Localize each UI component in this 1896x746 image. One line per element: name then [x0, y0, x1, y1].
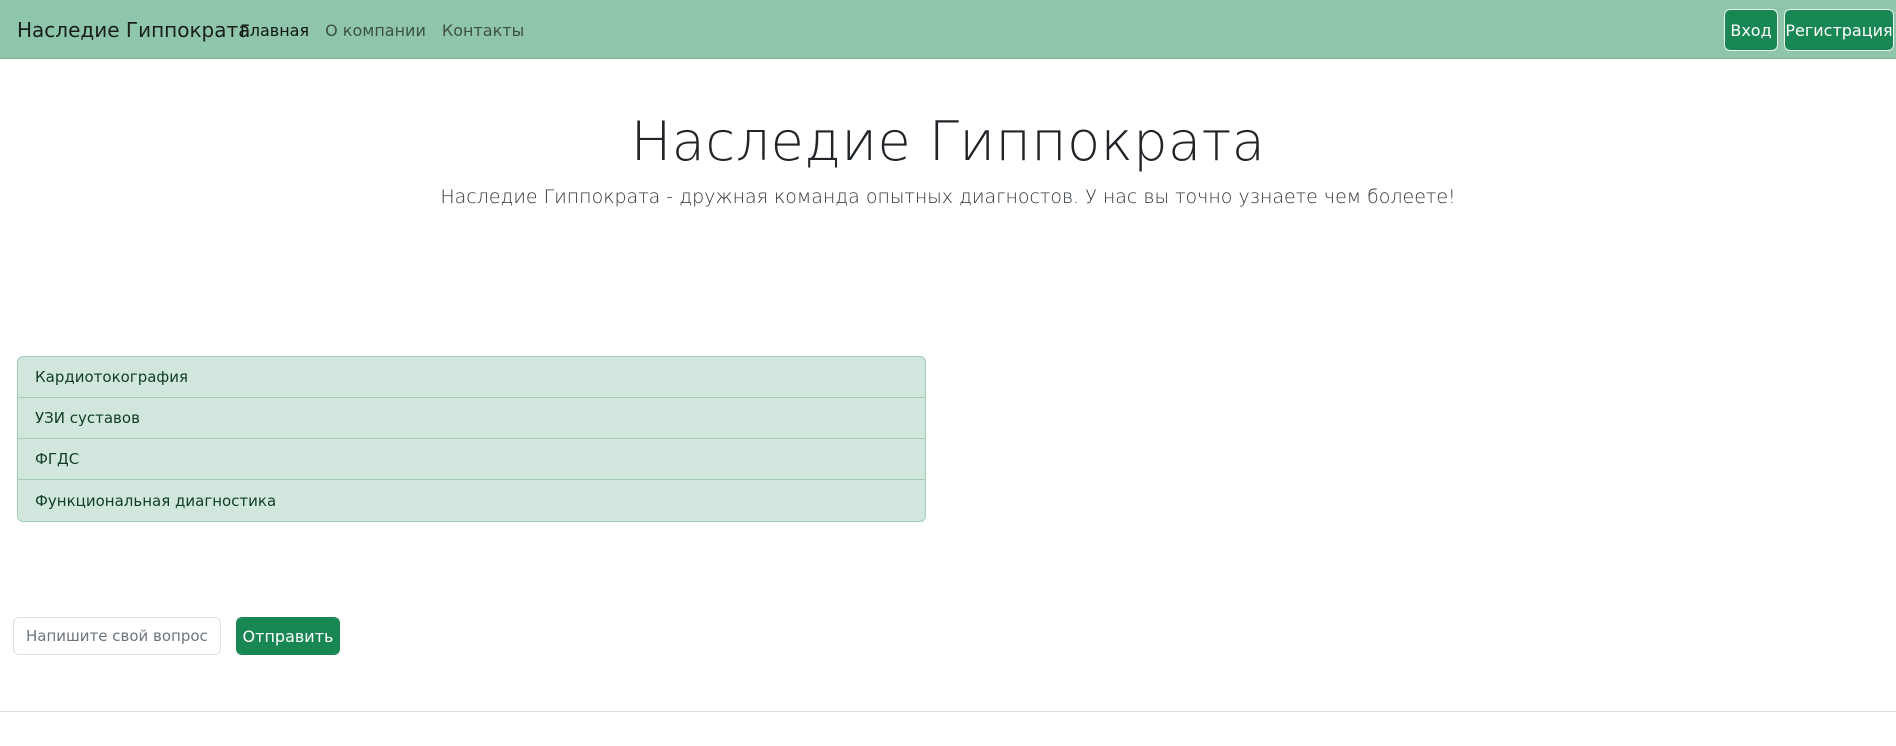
register-button[interactable]: Регистрация: [1784, 9, 1894, 51]
service-item-cardiotocography[interactable]: Кардиотокография: [18, 357, 925, 398]
page-subtitle: Наследие Гиппократа - дружная команда оп…: [440, 186, 1456, 208]
service-item-fgds[interactable]: ФГДС: [18, 439, 925, 480]
services-list: Кардиотокография УЗИ суставов ФГДС Функц…: [17, 356, 926, 522]
nav-link-contacts[interactable]: Контакты: [442, 21, 524, 40]
nav-link-home[interactable]: Главная: [240, 21, 309, 40]
nav-links: Главная О компании Контакты: [240, 21, 524, 40]
top-navbar: Наследие Гиппократа Главная О компании К…: [0, 0, 1896, 59]
page-title: Наследие Гиппократа: [630, 110, 1266, 173]
login-button[interactable]: Вход: [1724, 9, 1778, 51]
question-input[interactable]: [13, 617, 221, 655]
service-item-functional-diagnostics[interactable]: Функциональная диагностика: [18, 480, 925, 521]
send-button[interactable]: Отправить: [236, 617, 340, 655]
footer-divider: [0, 711, 1896, 712]
nav-link-about[interactable]: О компании: [325, 21, 426, 40]
service-item-joint-ultrasound[interactable]: УЗИ суставов: [18, 398, 925, 439]
brand-link[interactable]: Наследие Гиппократа: [17, 18, 250, 42]
